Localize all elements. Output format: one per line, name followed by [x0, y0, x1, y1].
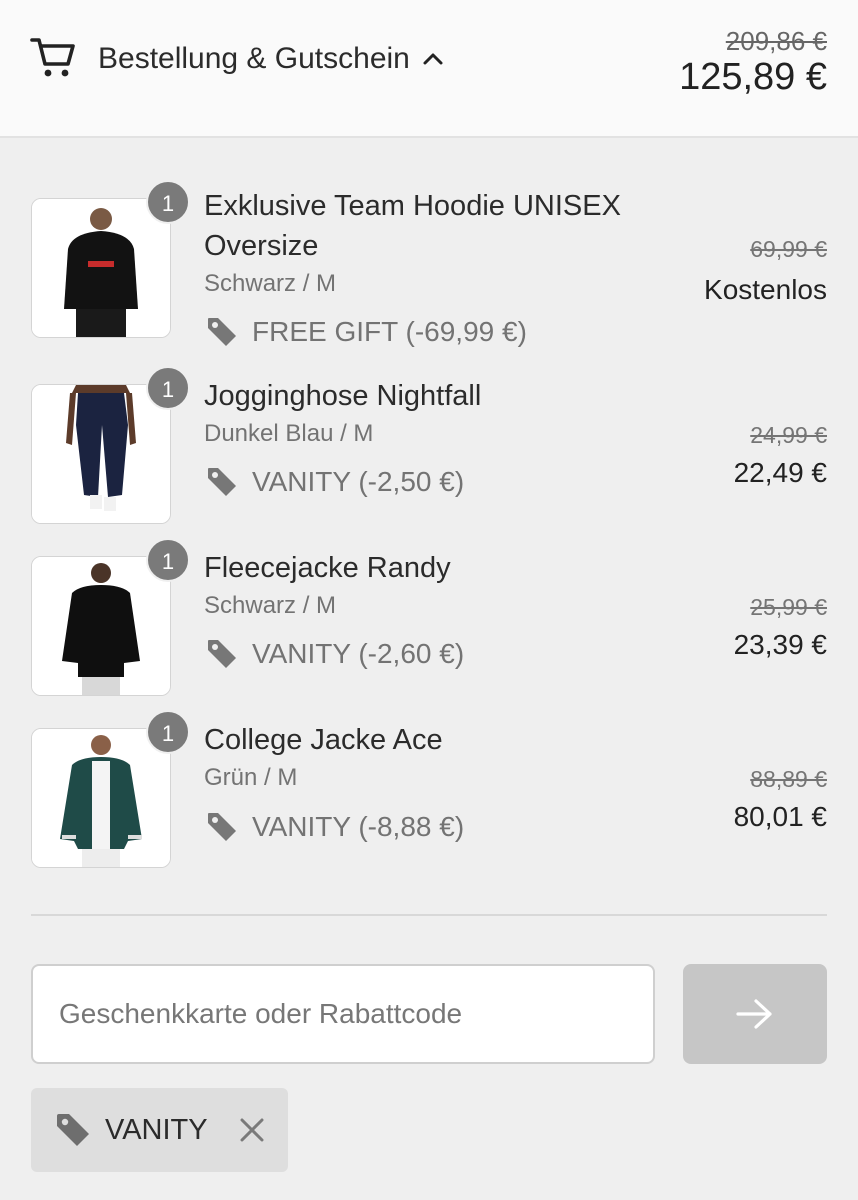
product-image [31, 384, 171, 524]
cart-icon [30, 38, 75, 77]
product-variant: Schwarz / M [204, 592, 337, 619]
original-total: 209,86 € [725, 26, 827, 56]
original-price: 88,89 € [750, 766, 827, 792]
product-variant: Grün / M [204, 764, 298, 791]
order-total: 125,89 € [679, 56, 827, 98]
line-discount: VANITY (-8,88 €) [204, 809, 464, 845]
product-image [31, 728, 171, 868]
tag-icon [208, 468, 236, 496]
applied-code-label: VANITY [105, 1113, 208, 1146]
quantity-badge: 1 [146, 710, 190, 754]
tag-icon [208, 813, 236, 841]
line-discount-label: VANITY (-2,50 €) [252, 466, 465, 497]
line-discount: VANITY (-2,50 €) [204, 464, 464, 500]
product-image [31, 556, 171, 696]
quantity-badge: 1 [146, 366, 190, 410]
line-discount: FREE GIFT (-69,99 €) [204, 314, 527, 350]
product-name: Jogginghose Nightfall [204, 380, 482, 412]
arrow-right-icon [736, 999, 772, 1029]
product-image [31, 198, 171, 338]
order-summary-title: Bestellung & Gutschein [98, 42, 410, 75]
tag-icon [208, 318, 236, 346]
close-icon[interactable] [238, 1116, 266, 1144]
final-price: 23,39 € [733, 629, 827, 660]
discount-code-input[interactable] [31, 964, 655, 1064]
divider [31, 914, 827, 916]
product-variant: Dunkel Blau / M [204, 420, 374, 447]
line-discount-label: VANITY (-2,60 €) [252, 638, 465, 669]
order-summary-toggle[interactable]: Bestellung & Gutschein [98, 42, 444, 76]
quantity-badge: 1 [146, 538, 190, 582]
product-name: Exklusive Team Hoodie UNISEX Oversize [204, 190, 621, 262]
line-discount: VANITY (-2,60 €) [204, 636, 464, 672]
product-variant: Schwarz / M [204, 270, 337, 297]
product-name: College Jacke Ace [204, 724, 443, 756]
line-discount-label: VANITY (-8,88 €) [252, 811, 465, 842]
order-summary-header: Bestellung & Gutschein 209,86 € 125,89 € [0, 0, 858, 138]
quantity-badge: 1 [146, 180, 190, 224]
original-price: 24,99 € [750, 422, 827, 448]
final-price: Kostenlos [704, 274, 827, 305]
applied-code-chip: VANITY [31, 1088, 288, 1172]
chevron-up-icon [423, 53, 443, 65]
tag-icon [208, 640, 236, 668]
original-price: 25,99 € [750, 594, 827, 620]
product-name: Fleecejacke Randy [204, 552, 451, 584]
final-price: 80,01 € [733, 801, 827, 832]
line-discount-label: FREE GIFT (-69,99 €) [252, 316, 527, 347]
final-price: 22,49 € [733, 457, 827, 488]
original-price: 69,99 € [750, 236, 827, 262]
tag-icon [57, 1114, 89, 1146]
apply-code-button[interactable] [683, 964, 827, 1064]
